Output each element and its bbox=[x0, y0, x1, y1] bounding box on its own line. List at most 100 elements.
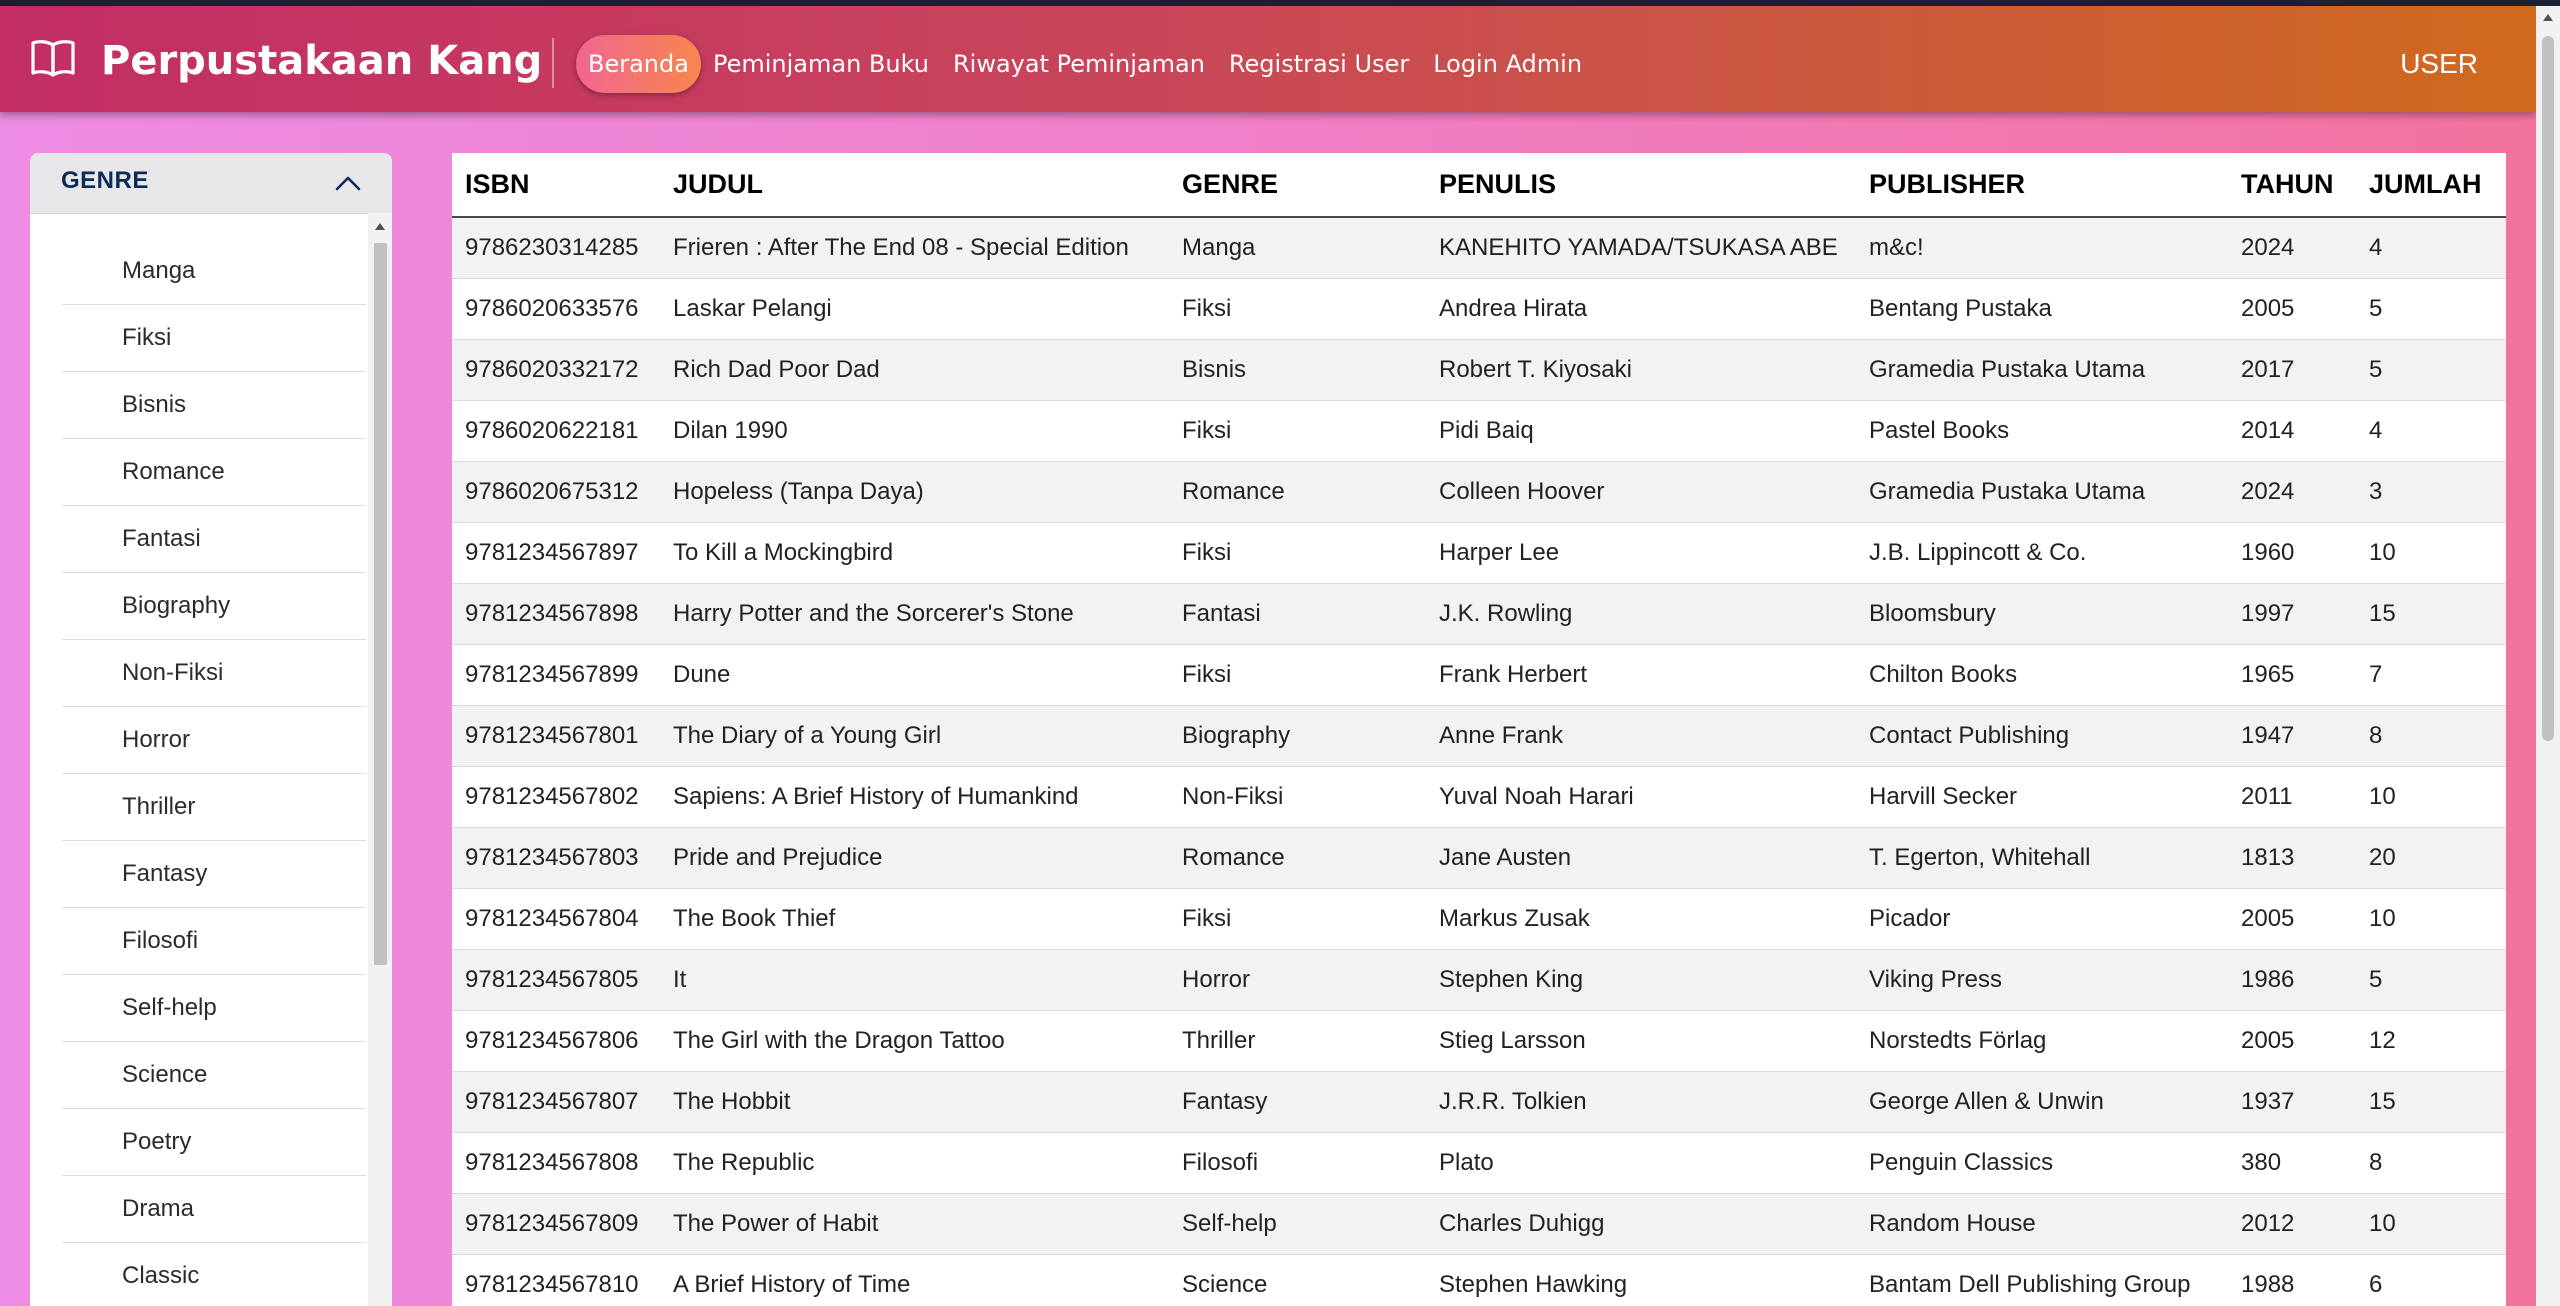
table-row[interactable]: 9781234567898 Harry Potter and the Sorcer… bbox=[452, 583, 2506, 645]
table-row[interactable]: 9781234567805 It Horror Stephen King Viking … bbox=[452, 949, 2506, 1011]
cell-publisher: Gramedia Pustaka Utama bbox=[1856, 339, 2228, 401]
table-row[interactable]: 9781234567897 To Kill a Mockingbird Fiksi H… bbox=[452, 522, 2506, 584]
genre-item-non-fiksi[interactable]: Non-Fiksi bbox=[62, 640, 366, 707]
cell-isbn: 9781234567809 bbox=[452, 1193, 660, 1255]
table-row[interactable]: 9781234567804 The Book Thief Fiksi Markus Z… bbox=[452, 888, 2506, 950]
column-header-isbn[interactable]: ISBN bbox=[452, 153, 660, 218]
table-row[interactable]: 9781234567810 A Brief History of Time Scie… bbox=[452, 1254, 2506, 1306]
nav-link-beranda[interactable]: Beranda bbox=[576, 35, 701, 93]
table-row[interactable]: 9786020633576 Laskar Pelangi Fiksi Andrea H… bbox=[452, 278, 2506, 340]
genre-item-poetry[interactable]: Poetry bbox=[62, 1109, 366, 1176]
cell-judul: Dilan 1990 bbox=[660, 400, 1169, 462]
cell-publisher: Picador bbox=[1856, 888, 2228, 950]
sidebar-scrollbar-thumb[interactable] bbox=[374, 243, 387, 965]
brand-title[interactable]: Perpustakaan Kang bbox=[101, 36, 542, 86]
book-table-container: ISBN JUDUL GENRE PENULIS PUBLISHER TAHUN… bbox=[452, 153, 2506, 1306]
cell-tahun: 2005 bbox=[2228, 888, 2356, 950]
sidebar-scrollbar[interactable] bbox=[368, 213, 392, 1306]
cell-jumlah: 8 bbox=[2356, 705, 2506, 767]
nav-divider bbox=[552, 38, 554, 88]
sidebar-scroll-up-arrow-icon[interactable] bbox=[375, 223, 385, 230]
chevron-up-icon[interactable] bbox=[333, 173, 363, 193]
cell-jumlah: 12 bbox=[2356, 1010, 2506, 1072]
cell-judul: The Diary of a Young Girl bbox=[660, 705, 1169, 767]
cell-judul: A Brief History of Time bbox=[660, 1254, 1169, 1306]
genre-label: Fantasy bbox=[122, 860, 208, 887]
genre-item-science[interactable]: Science bbox=[62, 1042, 366, 1109]
cell-isbn: 9781234567803 bbox=[452, 827, 660, 889]
cell-judul: Hopeless (Tanpa Daya) bbox=[660, 461, 1169, 523]
genre-item-horror[interactable]: Horror bbox=[62, 707, 366, 774]
cell-penulis: Harper Lee bbox=[1426, 522, 1856, 584]
table-row[interactable]: 9781234567899 Dune Fiksi Frank Herbert Chilt… bbox=[452, 644, 2506, 706]
genre-item-biography[interactable]: Biography bbox=[62, 573, 366, 640]
genre-item-fiksi[interactable]: Fiksi bbox=[62, 305, 366, 372]
table-row[interactable]: 9781234567802 Sapiens: A Brief History of… bbox=[452, 766, 2506, 828]
column-header-genre[interactable]: GENRE bbox=[1169, 153, 1426, 218]
cell-penulis: Markus Zusak bbox=[1426, 888, 1856, 950]
cell-jumlah: 10 bbox=[2356, 888, 2506, 950]
table-row[interactable]: 9781234567808 The Republic Filosofi Plato Pe… bbox=[452, 1132, 2506, 1194]
cell-tahun: 380 bbox=[2228, 1132, 2356, 1194]
nav-link-registrasi-user[interactable]: Registrasi User bbox=[1217, 35, 1421, 93]
genre-item-self-help[interactable]: Self-help bbox=[62, 975, 366, 1042]
genre-label: Filosofi bbox=[122, 927, 199, 954]
genre-item-romance[interactable]: Romance bbox=[62, 439, 366, 506]
table-row[interactable]: 9786230314285 Frieren : After The End 08 … bbox=[452, 217, 2506, 279]
cell-tahun: 2005 bbox=[2228, 1010, 2356, 1072]
genre-label: Poetry bbox=[122, 1128, 192, 1155]
genre-header[interactable]: GENRE bbox=[30, 153, 392, 214]
cell-publisher: Harvill Secker bbox=[1856, 766, 2228, 828]
genre-item-filosofi[interactable]: Filosofi bbox=[62, 908, 366, 975]
genre-label: Non-Fiksi bbox=[122, 659, 224, 686]
cell-genre: Romance bbox=[1169, 827, 1426, 889]
column-header-publisher[interactable]: PUBLISHER bbox=[1856, 153, 2228, 218]
genre-label: Self-help bbox=[122, 994, 217, 1021]
table-row[interactable]: 9781234567807 The Hobbit Fantasy J.R.R. Tol… bbox=[452, 1071, 2506, 1133]
page-scrollbar-thumb[interactable] bbox=[2542, 36, 2554, 741]
cell-tahun: 2017 bbox=[2228, 339, 2356, 401]
nav-link-peminjaman-buku[interactable]: Peminjaman Buku bbox=[701, 35, 941, 93]
user-button[interactable]: USER bbox=[2400, 46, 2478, 82]
cell-genre: Bisnis bbox=[1169, 339, 1426, 401]
cell-jumlah: 8 bbox=[2356, 1132, 2506, 1194]
page-scrollbar[interactable] bbox=[2536, 6, 2560, 1306]
cell-tahun: 2024 bbox=[2228, 461, 2356, 523]
cell-genre: Fantasi bbox=[1169, 583, 1426, 645]
cell-judul: Dune bbox=[660, 644, 1169, 706]
column-header-judul[interactable]: JUDUL bbox=[660, 153, 1169, 218]
table-row[interactable]: 9781234567801 The Diary of a Young Girl Bi… bbox=[452, 705, 2506, 767]
cell-judul: The Republic bbox=[660, 1132, 1169, 1194]
genre-label: Thriller bbox=[122, 793, 196, 820]
cell-jumlah: 5 bbox=[2356, 278, 2506, 340]
genre-item-thriller[interactable]: Thriller bbox=[62, 774, 366, 841]
cell-penulis: KANEHITO YAMADA/TSUKASA ABE bbox=[1426, 217, 1856, 279]
table-row[interactable]: 9781234567809 The Power of Habit Self-help… bbox=[452, 1193, 2506, 1255]
genre-item-fantasy[interactable]: Fantasy bbox=[62, 841, 366, 908]
table-row[interactable]: 9781234567806 The Girl with the Dragon Ta… bbox=[452, 1010, 2506, 1072]
scroll-up-arrow-icon[interactable] bbox=[2543, 14, 2553, 21]
cell-jumlah: 7 bbox=[2356, 644, 2506, 706]
genre-item-classic[interactable]: Classic bbox=[62, 1243, 366, 1306]
nav-link-riwayat-peminjaman[interactable]: Riwayat Peminjaman bbox=[941, 35, 1217, 93]
genre-item-manga[interactable]: Manga bbox=[62, 238, 366, 305]
table-row[interactable]: 9786020675312 Hopeless (Tanpa Daya) Romanc… bbox=[452, 461, 2506, 523]
table-row[interactable]: 9786020622181 Dilan 1990 Fiksi Pidi Baiq Pas… bbox=[452, 400, 2506, 462]
column-header-jumlah[interactable]: JUMLAH bbox=[2356, 153, 2506, 218]
cell-publisher: Contact Publishing bbox=[1856, 705, 2228, 767]
cell-penulis: Yuval Noah Harari bbox=[1426, 766, 1856, 828]
cell-penulis: Pidi Baiq bbox=[1426, 400, 1856, 462]
nav-link-login-admin[interactable]: Login Admin bbox=[1421, 35, 1594, 93]
cell-tahun: 2012 bbox=[2228, 1193, 2356, 1255]
genre-item-drama[interactable]: Drama bbox=[62, 1176, 366, 1243]
column-header-tahun[interactable]: TAHUN bbox=[2228, 153, 2356, 218]
cell-judul: Pride and Prejudice bbox=[660, 827, 1169, 889]
cell-isbn: 9786020633576 bbox=[452, 278, 660, 340]
cell-jumlah: 15 bbox=[2356, 1071, 2506, 1133]
cell-jumlah: 20 bbox=[2356, 827, 2506, 889]
table-row[interactable]: 9786020332172 Rich Dad Poor Dad Bisnis Robe… bbox=[452, 339, 2506, 401]
column-header-penulis[interactable]: PENULIS bbox=[1426, 153, 1856, 218]
genre-item-bisnis[interactable]: Bisnis bbox=[62, 372, 366, 439]
genre-item-fantasi[interactable]: Fantasi bbox=[62, 506, 366, 573]
table-row[interactable]: 9781234567803 Pride and Prejudice Romance J… bbox=[452, 827, 2506, 889]
